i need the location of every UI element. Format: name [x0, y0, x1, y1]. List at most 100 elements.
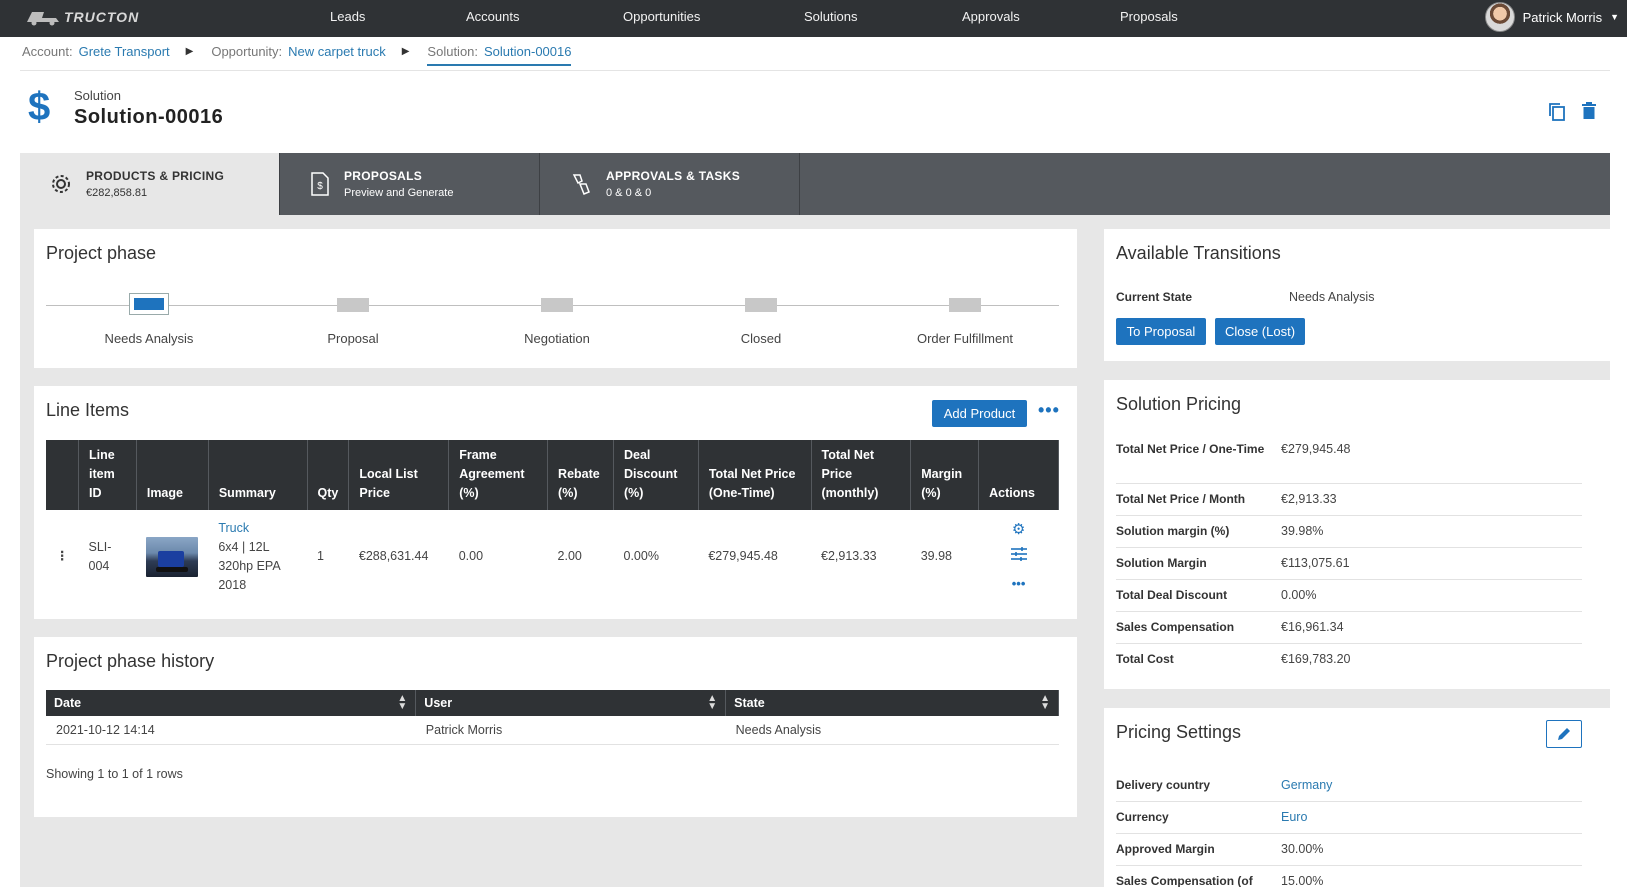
product-link[interactable]: Truck: [218, 519, 297, 538]
phase-node-proposal[interactable]: [337, 298, 369, 312]
sort-icon: ▲ ▼: [397, 693, 408, 712]
phase-history-table: Date ▲ ▼ User ▲ ▼ State ▲ ▼ 2021-10-12 14:14 P…: [46, 690, 1059, 745]
tab-approvals-tasks[interactable]: APPROVALS & TASKS 0 & 0 & 0: [540, 153, 800, 215]
row-menu-icon[interactable]: ⋮: [46, 510, 79, 603]
pricing-value: 39.98%: [1281, 524, 1324, 538]
pricing-settings-card: Pricing Settings Delivery country German…: [1104, 708, 1610, 887]
trash-icon[interactable]: [1582, 102, 1596, 123]
close-lost-button[interactable]: Close (Lost): [1215, 318, 1305, 345]
table-header-row: Line item ID Image Summary Qty Local Lis…: [46, 440, 1059, 510]
breadcrumb-solution-link[interactable]: Solution-00016: [484, 44, 571, 59]
column-label: Date: [54, 696, 82, 710]
caret-down-icon: ▼: [1610, 12, 1619, 22]
breadcrumb-account-link[interactable]: Grete Transport: [79, 44, 170, 59]
column-header: [46, 440, 79, 510]
tab-proposals[interactable]: $ PROPOSALS Preview and Generate: [280, 153, 540, 215]
column-header[interactable]: Total Net Price (One-Time): [698, 440, 812, 510]
margin: 39.98: [920, 549, 952, 563]
nav-opportunities[interactable]: Opportunities: [623, 9, 700, 24]
nav-proposals[interactable]: Proposals: [1120, 9, 1178, 24]
frame-agreement: 0.00: [458, 549, 484, 563]
column-header[interactable]: Line item ID: [78, 440, 137, 510]
chevron-right-icon: ▶: [401, 46, 410, 57]
more-actions-icon[interactable]: •••: [989, 570, 1049, 597]
adjust-sliders-icon[interactable]: [989, 543, 1049, 570]
settings-row: Approved Margin 30.00%: [1116, 840, 1582, 866]
column-header[interactable]: Local List Price: [348, 440, 450, 510]
phase-node-needs-analysis[interactable]: [129, 293, 169, 315]
project-phase-card: Project phase Needs Analysis Proposal Ne…: [34, 229, 1077, 368]
total-net-monthly: €2,913.33: [821, 549, 877, 563]
column-header-date[interactable]: Date ▲ ▼: [46, 690, 417, 716]
table-header-row: Date ▲ ▼ User ▲ ▼ State ▲ ▼: [46, 690, 1059, 716]
breadcrumb-opportunity-link[interactable]: New carpet truck: [288, 44, 386, 59]
history-user: Patrick Morris: [415, 716, 726, 745]
nav-approvals[interactable]: Approvals: [962, 9, 1020, 24]
settings-row: Sales Compensation (of 15.00%: [1116, 872, 1582, 887]
sort-icon: ▲ ▼: [1040, 693, 1050, 712]
card-title: Available Transitions: [1116, 243, 1281, 263]
phase-node-negotiation[interactable]: [541, 298, 573, 312]
user-menu[interactable]: Patrick Morris ▼: [1484, 2, 1619, 32]
line-items-card: Line Items Add Product ••• Line item ID …: [34, 386, 1077, 619]
pricing-row: Solution Margin €113,075.61: [1116, 554, 1582, 580]
history-state: Needs Analysis: [725, 716, 1059, 745]
tab-title: PRODUCTS & PRICING: [86, 169, 225, 183]
pricing-row: Total Net Price / Month €2,913.33: [1116, 490, 1582, 516]
to-proposal-button[interactable]: To Proposal: [1116, 318, 1206, 345]
top-navbar: TRUCTON Leads Accounts Opportunities Sol…: [0, 0, 1627, 37]
actions-cell: ⚙ •••: [979, 510, 1059, 603]
breadcrumb-opportunity-label: Opportunity:: [211, 44, 283, 59]
phase-node-order-fulfillment[interactable]: [949, 298, 981, 312]
add-product-button[interactable]: Add Product: [932, 400, 1027, 427]
history-date: 2021-10-12 14:14: [46, 716, 416, 745]
line-items-table: Line item ID Image Summary Qty Local Lis…: [46, 440, 1059, 603]
more-options-icon[interactable]: •••: [1038, 400, 1060, 421]
settings-value-link[interactable]: Euro: [1281, 808, 1307, 827]
pricing-row: Solution margin (%) 39.98%: [1116, 522, 1582, 548]
image-cell: [136, 510, 208, 603]
column-header[interactable]: Qty: [307, 440, 350, 510]
column-header[interactable]: Margin (%): [910, 440, 980, 510]
pricing-row: Total Cost €169,783.20: [1116, 650, 1582, 676]
phase-label: Needs Analysis: [104, 331, 194, 346]
column-header[interactable]: Summary: [208, 440, 308, 510]
user-name: Patrick Morris: [1522, 9, 1603, 25]
tab-products-pricing[interactable]: PRODUCTS & PRICING €282,858.81: [20, 153, 280, 215]
pricing-key: Total Net Price / Month: [1116, 492, 1246, 506]
dollar-icon: $: [28, 85, 51, 129]
nav-accounts[interactable]: Accounts: [466, 9, 519, 24]
nav-solutions[interactable]: Solutions: [804, 9, 857, 24]
breadcrumb-account-label: Account:: [22, 44, 73, 59]
total-net-one-time: €279,945.48: [708, 549, 778, 563]
column-header[interactable]: Deal Discount (%): [613, 440, 699, 510]
column-header-state[interactable]: State ▲ ▼: [725, 690, 1059, 716]
column-label: State: [734, 696, 765, 710]
page-title: Solution-00016: [74, 106, 224, 128]
card-title: Project phase: [46, 243, 157, 263]
phase-node-closed[interactable]: [745, 298, 777, 312]
avatar: [1484, 2, 1515, 32]
logo-text: TRUCTON: [64, 9, 140, 25]
pricing-key: Total Deal Discount: [1116, 588, 1228, 602]
column-header[interactable]: Total Net Price (monthly): [811, 440, 912, 510]
edit-pricing-button[interactable]: [1546, 720, 1582, 748]
pricing-value: €279,945.48: [1281, 442, 1351, 456]
product-summary: 6x4 | 12L 320hp EPA 2018: [218, 539, 280, 592]
column-header-user[interactable]: User ▲ ▼: [415, 690, 727, 716]
tab-subtitle: €282,858.81: [86, 187, 148, 199]
pricing-value: €2,913.33: [1281, 492, 1337, 506]
configure-gear-icon[interactable]: ⚙: [989, 516, 1049, 543]
pricing-row: Sales Compensation €16,961.34: [1116, 618, 1582, 644]
logo[interactable]: TRUCTON: [26, 8, 139, 26]
document-dollar-icon: $: [311, 172, 329, 196]
record-kind: Solution: [74, 88, 121, 103]
phase-label: Closed: [740, 331, 782, 346]
copy-icon[interactable]: [1548, 102, 1566, 125]
settings-value-link[interactable]: Germany: [1281, 776, 1332, 795]
pricing-value: 0.00%: [1281, 588, 1317, 602]
column-header[interactable]: Frame Agreement (%): [448, 440, 549, 510]
column-header[interactable]: Rebate (%): [547, 440, 614, 510]
card-title: Project phase history: [46, 651, 215, 671]
nav-leads[interactable]: Leads: [330, 9, 365, 24]
